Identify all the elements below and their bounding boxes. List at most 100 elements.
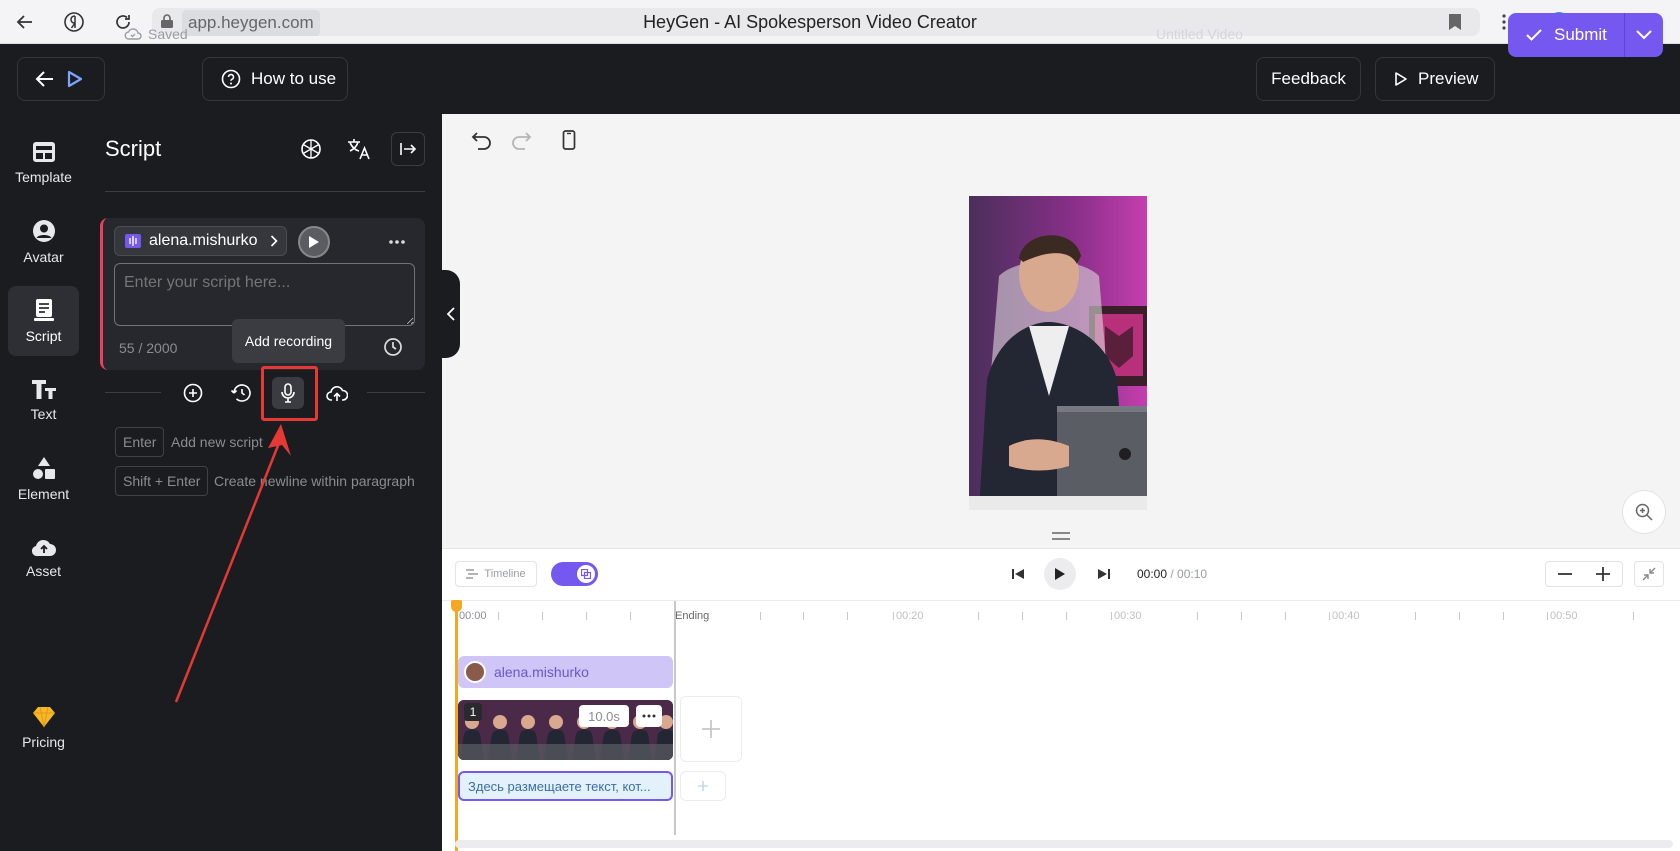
ruler-tick [1197, 612, 1198, 620]
play-voice-button[interactable] [298, 226, 330, 258]
ruler-tick [978, 612, 979, 620]
layers-icon [581, 569, 591, 579]
back-home-button[interactable] [17, 57, 105, 101]
undo-icon[interactable] [471, 129, 493, 156]
panel-divider [105, 191, 425, 192]
upload-audio-button[interactable] [322, 378, 352, 408]
skip-back-button[interactable] [1008, 564, 1028, 584]
diamond-icon [32, 706, 55, 728]
rail-label: Script [25, 328, 62, 344]
ruler-tick [1111, 612, 1112, 620]
shortcut-key-enter: Enter [115, 427, 165, 457]
plus-icon [698, 781, 708, 791]
resize-handle[interactable] [1052, 532, 1070, 540]
back-arrow-icon[interactable] [12, 9, 38, 35]
rail-item-script[interactable]: Script [8, 286, 79, 356]
help-circle-icon [221, 69, 241, 89]
script-input[interactable] [114, 263, 415, 326]
scene-duration[interactable]: 10.0s [579, 705, 629, 727]
avatar-preview-image [969, 196, 1147, 510]
asset-icon [31, 539, 56, 557]
time-readout: 00:00 / 00:10 [1137, 567, 1207, 581]
submit-button[interactable]: Submit [1508, 13, 1663, 57]
add-script-button[interactable] [178, 378, 208, 408]
scene-more-button[interactable] [636, 705, 662, 727]
phone-aspect-icon[interactable] [562, 130, 576, 155]
preview-button[interactable]: Preview [1375, 57, 1495, 101]
timeline-toggle-button[interactable]: Timeline [455, 561, 537, 587]
layers-toggle[interactable] [551, 562, 598, 586]
voice-selector[interactable]: alena.mishurko [114, 226, 287, 256]
browser-toolbar: app.heygen.com HeyGen - AI Spokesperson … [0, 0, 1680, 44]
saved-status: Saved [124, 26, 188, 42]
timeline-divider [442, 600, 1680, 601]
toolbar-divider [367, 392, 425, 393]
ruler-tick [803, 612, 804, 620]
play-button[interactable] [1044, 558, 1076, 590]
ruler-tick [1459, 612, 1460, 620]
redo-icon[interactable] [510, 129, 532, 156]
how-to-use-button[interactable]: How to use [202, 57, 348, 101]
template-icon [32, 142, 55, 162]
playhead[interactable] [455, 601, 458, 851]
video-title[interactable]: Untitled Video [1156, 26, 1243, 42]
submit-label: Submit [1554, 25, 1607, 44]
feedback-label: Feedback [1271, 69, 1346, 88]
openai-icon[interactable] [294, 132, 328, 166]
translate-icon[interactable] [342, 132, 376, 166]
add-recording-tooltip: Add recording [232, 319, 345, 363]
rail-item-pricing[interactable]: Pricing [8, 693, 79, 763]
chevron-right-icon [270, 235, 278, 247]
chevron-down-icon[interactable] [1636, 30, 1652, 40]
ruler-label: 00:00 [459, 610, 487, 622]
page-title: HeyGen - AI Spokesperson Video Creator [643, 12, 977, 32]
cloud-check-icon [124, 28, 142, 40]
rail-item-text[interactable]: Text [8, 365, 79, 435]
history-button[interactable] [226, 378, 256, 408]
collapse-sidebar-tab[interactable] [442, 270, 460, 358]
cloud-upload-icon [326, 386, 348, 401]
more-horizontal-icon[interactable] [388, 232, 406, 250]
timeline-icon [466, 569, 479, 579]
add-text-button[interactable] [680, 771, 726, 801]
collapse-panel-button[interactable] [391, 132, 425, 166]
bookmark-icon[interactable] [1443, 10, 1467, 34]
ruler-tick [1633, 612, 1634, 620]
timeline-scrollbar[interactable] [455, 840, 1673, 848]
minus-icon[interactable] [1558, 573, 1572, 575]
yandex-icon[interactable] [61, 9, 87, 35]
rail-label: Avatar [23, 249, 64, 265]
skip-forward-button[interactable] [1094, 564, 1114, 584]
ruler-tick [1415, 612, 1416, 620]
rail-label: Element [17, 486, 70, 502]
skip-back-icon [1012, 569, 1024, 579]
feedback-button[interactable]: Feedback [1256, 57, 1361, 101]
arrows-collapse-icon [1642, 567, 1656, 581]
rail-item-avatar[interactable]: Avatar [8, 207, 79, 277]
ruler-tick [847, 612, 848, 620]
text-track[interactable]: Здесь размещаете текст, кот... [458, 771, 673, 801]
script-icon [33, 299, 54, 321]
rail-item-element[interactable]: Element [8, 444, 79, 514]
ruler-tick [760, 612, 761, 620]
rail-label: Pricing [22, 734, 65, 750]
video-preview[interactable] [969, 196, 1147, 510]
clock-icon[interactable] [383, 337, 403, 362]
rail-item-template[interactable]: Template [8, 128, 79, 198]
zoom-in-icon [1635, 503, 1653, 521]
avatar-track[interactable]: alena.mishurko [458, 656, 673, 688]
rail-item-asset[interactable]: Asset [8, 523, 79, 593]
voice-wave-icon [125, 234, 141, 248]
playhead-handle[interactable] [451, 600, 462, 612]
url-text[interactable]: app.heygen.com [182, 10, 320, 36]
ruler-tick [586, 612, 587, 620]
plus-icon[interactable] [1596, 567, 1610, 581]
how-to-use-label: How to use [251, 69, 337, 88]
fit-timeline-button[interactable] [1634, 561, 1664, 587]
highlight-box [261, 366, 318, 421]
add-scene-button[interactable] [680, 696, 742, 762]
zoom-button[interactable] [1622, 490, 1666, 534]
play-icon [309, 236, 319, 248]
play-outline-icon [1395, 72, 1407, 86]
ruler-tick [630, 612, 631, 620]
